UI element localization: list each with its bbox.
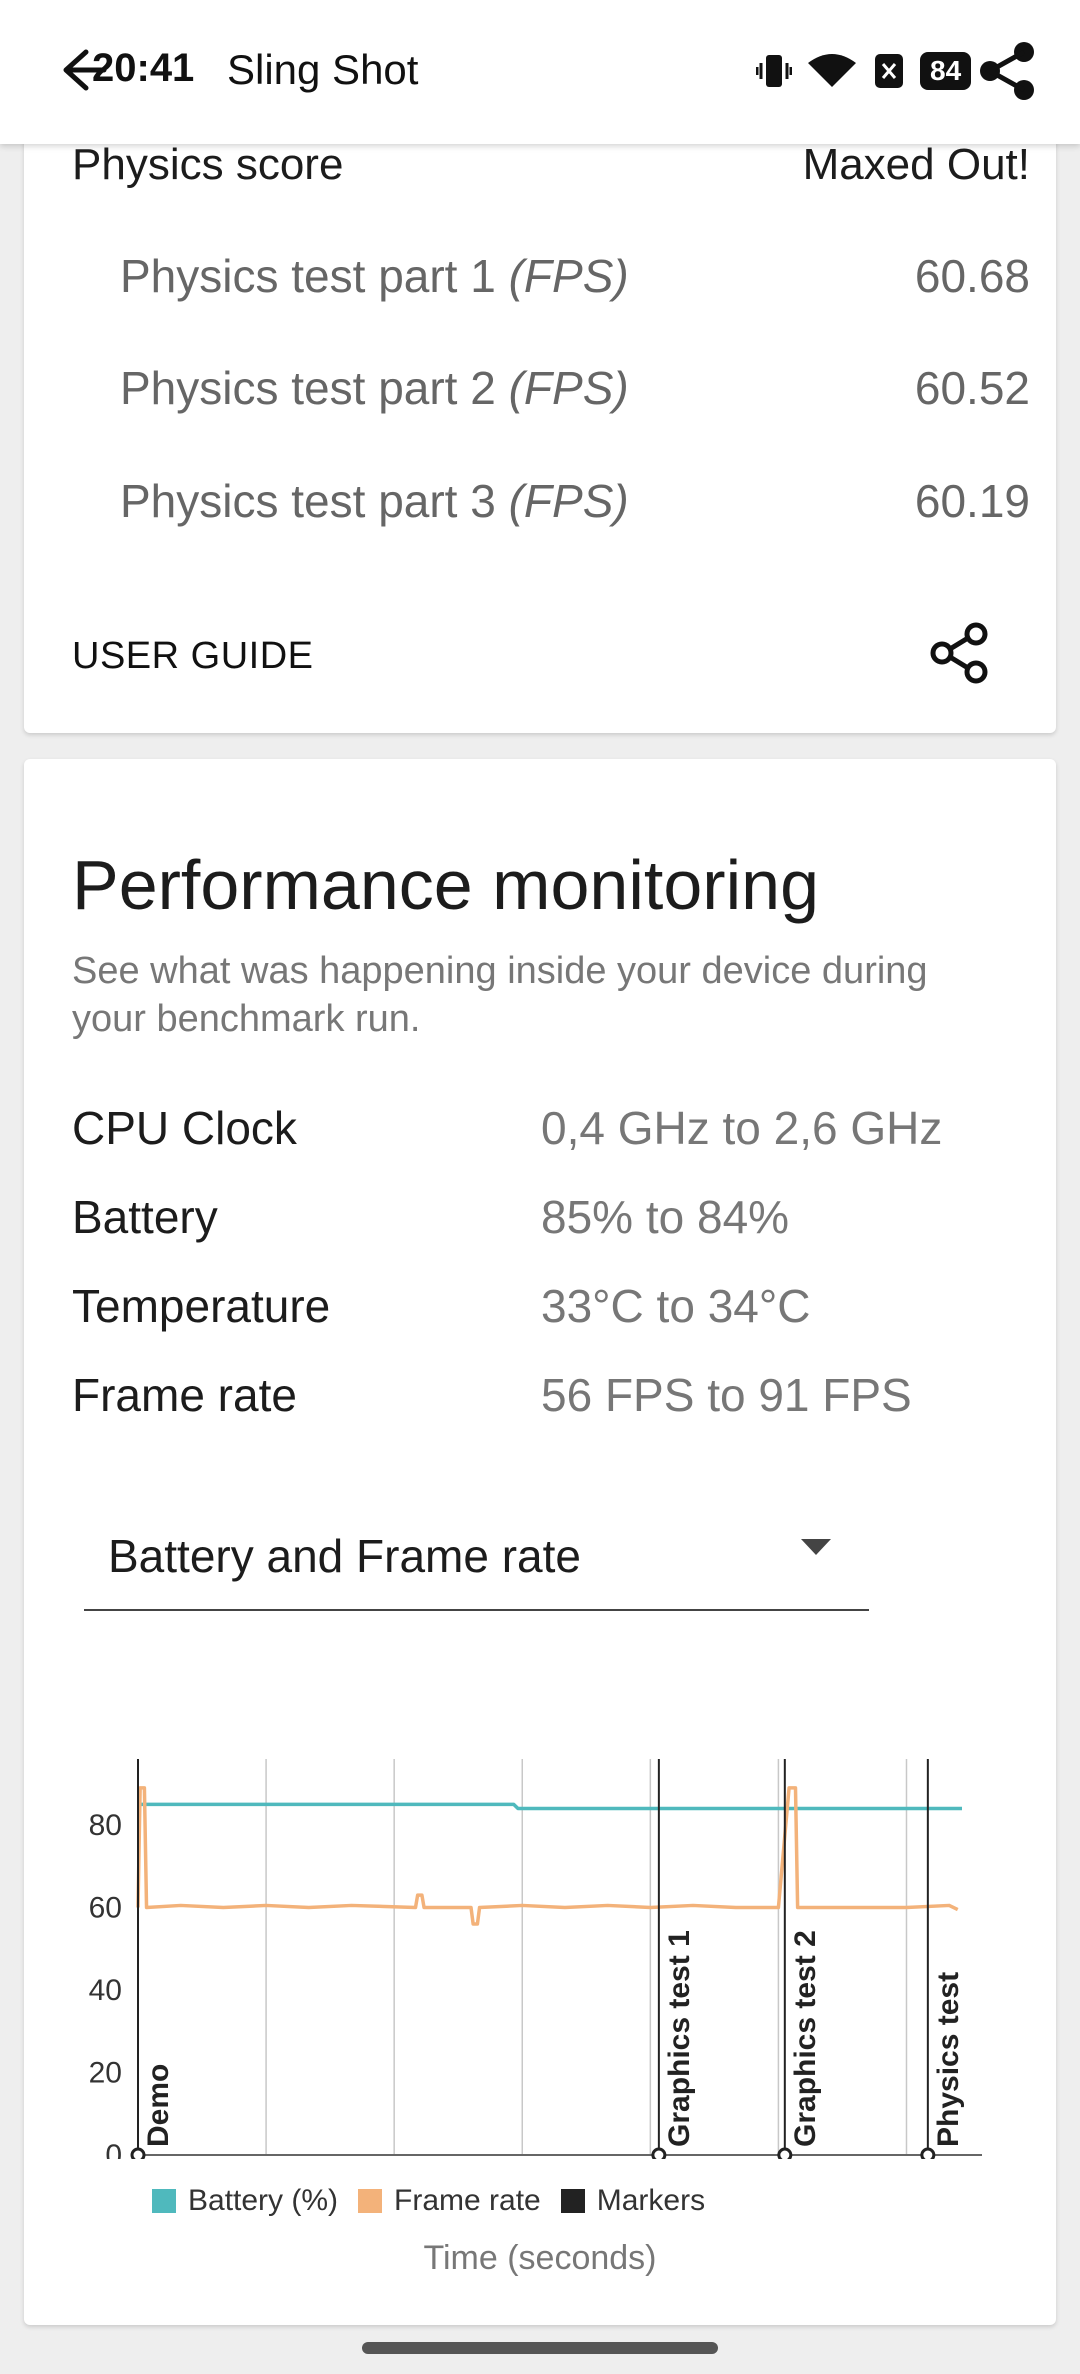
marker-point [130, 2147, 146, 2163]
y-tick-label: 60 [89, 1892, 122, 1925]
physics-part-label: Physics test part 1 (FPS) [120, 250, 629, 302]
physics-score-row: Physics score Maxed Out! [72, 140, 1030, 190]
marker-point [651, 2147, 667, 2163]
share-icon[interactable] [928, 620, 992, 686]
section-description: See what was happening inside your devic… [72, 950, 928, 1040]
metric-label-battery: Battery [72, 1191, 218, 1243]
metric-value-temperature: 33°C to 34°C [541, 1280, 811, 1332]
battery-indicator: 84 [920, 52, 972, 90]
physics-part-label: Physics test part 2 (FPS) [120, 362, 629, 414]
metric-label-framerate: Frame rate [72, 1369, 297, 1421]
y-tick-label: 80 [89, 1809, 122, 1842]
legend-item-frame-rate: Frame rate [358, 2184, 541, 2218]
physics-part-label: Physics test part 3 (FPS) [120, 475, 629, 527]
physics-score-value: Maxed Out! [802, 140, 1030, 189]
physics-part-value: 60.68 [914, 250, 1030, 302]
user-guide-button[interactable]: USER GUIDE [72, 635, 313, 678]
share-icon[interactable] [976, 38, 1040, 104]
dropdown-selected-value: Battery and Frame rate [108, 1530, 581, 1582]
marker-label: Graphics test 1 [663, 1930, 696, 2147]
legend-item-markers: Markers [560, 2184, 705, 2218]
marker-label: Physics test [932, 1972, 965, 2147]
chart-legend: Battery (%) Frame rate Markers [152, 2184, 705, 2218]
marker-point [777, 2147, 793, 2163]
physics-part-value: 60.52 [914, 362, 1030, 414]
performance-card: Performance monitoring See what was happ… [24, 759, 1056, 2325]
section-title: Performance monitoring [72, 846, 819, 924]
y-tick-label: 0 [105, 2139, 122, 2159]
chart-type-dropdown[interactable]: Battery and Frame rate [84, 1503, 869, 1611]
no-sim-icon [875, 54, 903, 88]
score-card: Physics score Maxed Out! Physics test pa… [24, 100, 1056, 733]
status-icons: 84 [756, 46, 972, 96]
legend-swatch-battery [152, 2189, 176, 2213]
metric-value-battery: 85% to 84% [541, 1191, 790, 1243]
y-tick-label: 40 [89, 1974, 122, 2007]
wifi-icon [808, 54, 856, 87]
app-bar: 20:41 Sling Shot 84 [0, 0, 1080, 144]
vibrate-icon [756, 55, 792, 87]
dropdown-arrow-icon [801, 1539, 831, 1555]
physics-part-row: Physics test part 1 (FPS) 60.68 [120, 248, 1030, 304]
y-tick-label: 20 [89, 2057, 122, 2090]
battery-series-line [138, 1802, 962, 1811]
physics-part-row: Physics test part 3 (FPS) 60.19 [120, 473, 1030, 529]
status-time: 20:41 [92, 46, 195, 90]
home-indicator[interactable] [362, 2342, 718, 2354]
physics-score-label: Physics score [72, 140, 344, 189]
marker-label: Graphics test 2 [789, 1930, 822, 2147]
metric-value-framerate: 56 FPS to 91 FPS [541, 1369, 912, 1421]
metric-label-cpu: CPU Clock [72, 1102, 297, 1154]
physics-part-row: Physics test part 2 (FPS) 60.52 [120, 360, 1030, 416]
metric-label-temperature: Temperature [72, 1280, 331, 1332]
metric-value-cpu: 0,4 GHz to 2,6 GHz [541, 1102, 943, 1154]
x-axis-title: Time (seconds) [423, 2239, 657, 2277]
marker-point [920, 2147, 936, 2163]
marker-label: Demo [142, 2064, 175, 2147]
page-title: Sling Shot [227, 46, 419, 93]
physics-part-value: 60.19 [914, 475, 1030, 527]
performance-chart: 0306090120150180020406080DemoGraphics te… [24, 1719, 1056, 2204]
legend-swatch-markers [560, 2189, 585, 2213]
legend-item-battery: Battery (%) [152, 2184, 338, 2218]
chart-svg: 0306090120150180020406080DemoGraphics te… [89, 1759, 982, 2204]
legend-swatch-frame-rate [358, 2189, 383, 2213]
